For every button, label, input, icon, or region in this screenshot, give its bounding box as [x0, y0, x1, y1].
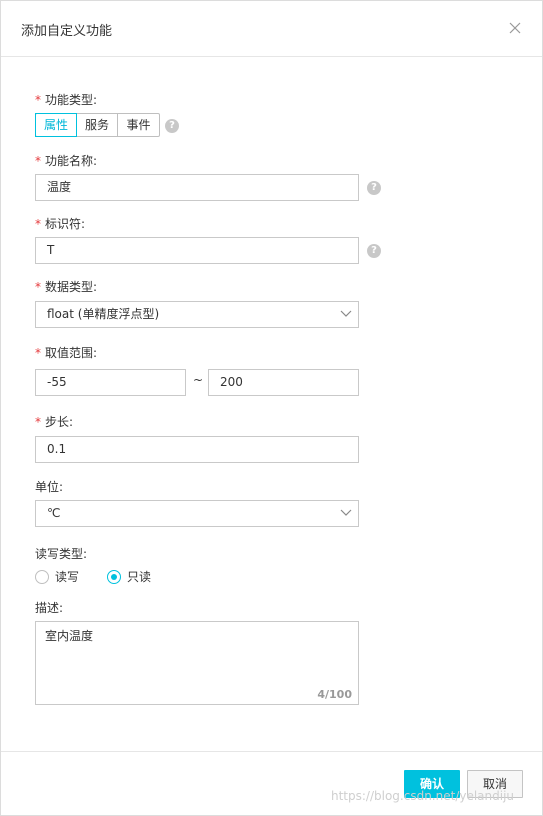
step-label: * 步长:	[35, 415, 74, 429]
unit-value: ℃	[47, 506, 61, 520]
rw-option-read-only[interactable]: 只读	[107, 568, 151, 585]
add-custom-function-dialog: 添加自定义功能 * 功能类型: 属性 服务 事件 ? * 功能名称: 温度 ? * 标…	[0, 0, 543, 816]
identifier-label: * 标识符:	[35, 217, 86, 231]
help-icon[interactable]: ?	[367, 244, 381, 258]
radio-icon	[35, 569, 49, 584]
identifier-input[interactable]: T	[35, 237, 359, 264]
chevron-down-icon	[340, 310, 352, 317]
function-type-segmented: 属性 服务 事件	[35, 113, 160, 137]
function-type-event[interactable]: 事件	[118, 114, 159, 136]
function-type-property[interactable]: 属性	[35, 113, 77, 137]
dialog-header: 添加自定义功能	[1, 1, 542, 57]
function-name-label: * 功能名称:	[35, 154, 98, 168]
range-max-input[interactable]: 200	[208, 369, 359, 396]
dialog-title: 添加自定义功能	[21, 24, 113, 39]
data-type-label: * 数据类型:	[35, 280, 98, 294]
range-separator: ~	[193, 373, 204, 387]
data-type-select[interactable]: float (单精度浮点型)	[35, 301, 359, 328]
range-min-input[interactable]: -55	[35, 369, 186, 396]
footer-divider	[1, 751, 542, 752]
description-value: 室内温度	[45, 629, 94, 643]
description-label: 描述:	[35, 601, 64, 615]
value-range-label: * 取值范围:	[35, 346, 98, 360]
description-textarea[interactable]: 室内温度 4/100	[35, 621, 359, 705]
rw-option-read-write[interactable]: 读写	[35, 568, 79, 585]
help-icon[interactable]: ?	[367, 181, 381, 195]
function-type-label: * 功能类型:	[35, 93, 98, 107]
rw-type-label: 读写类型:	[35, 547, 88, 561]
required-mark: *	[35, 93, 41, 107]
watermark: https://blog.csdn.net/yelandiju	[331, 789, 515, 803]
help-icon[interactable]: ?	[165, 119, 179, 133]
unit-label: 单位:	[35, 480, 64, 494]
radio-selected-icon	[107, 569, 121, 584]
char-counter: 4/100	[317, 688, 352, 701]
step-input[interactable]: 0.1	[35, 436, 359, 463]
data-type-value: float (单精度浮点型)	[47, 307, 160, 321]
function-type-service[interactable]: 服务	[77, 114, 118, 136]
close-icon[interactable]	[508, 21, 522, 35]
function-name-input[interactable]: 温度	[35, 174, 359, 201]
chevron-down-icon	[340, 509, 352, 516]
unit-select[interactable]: ℃	[35, 500, 359, 527]
